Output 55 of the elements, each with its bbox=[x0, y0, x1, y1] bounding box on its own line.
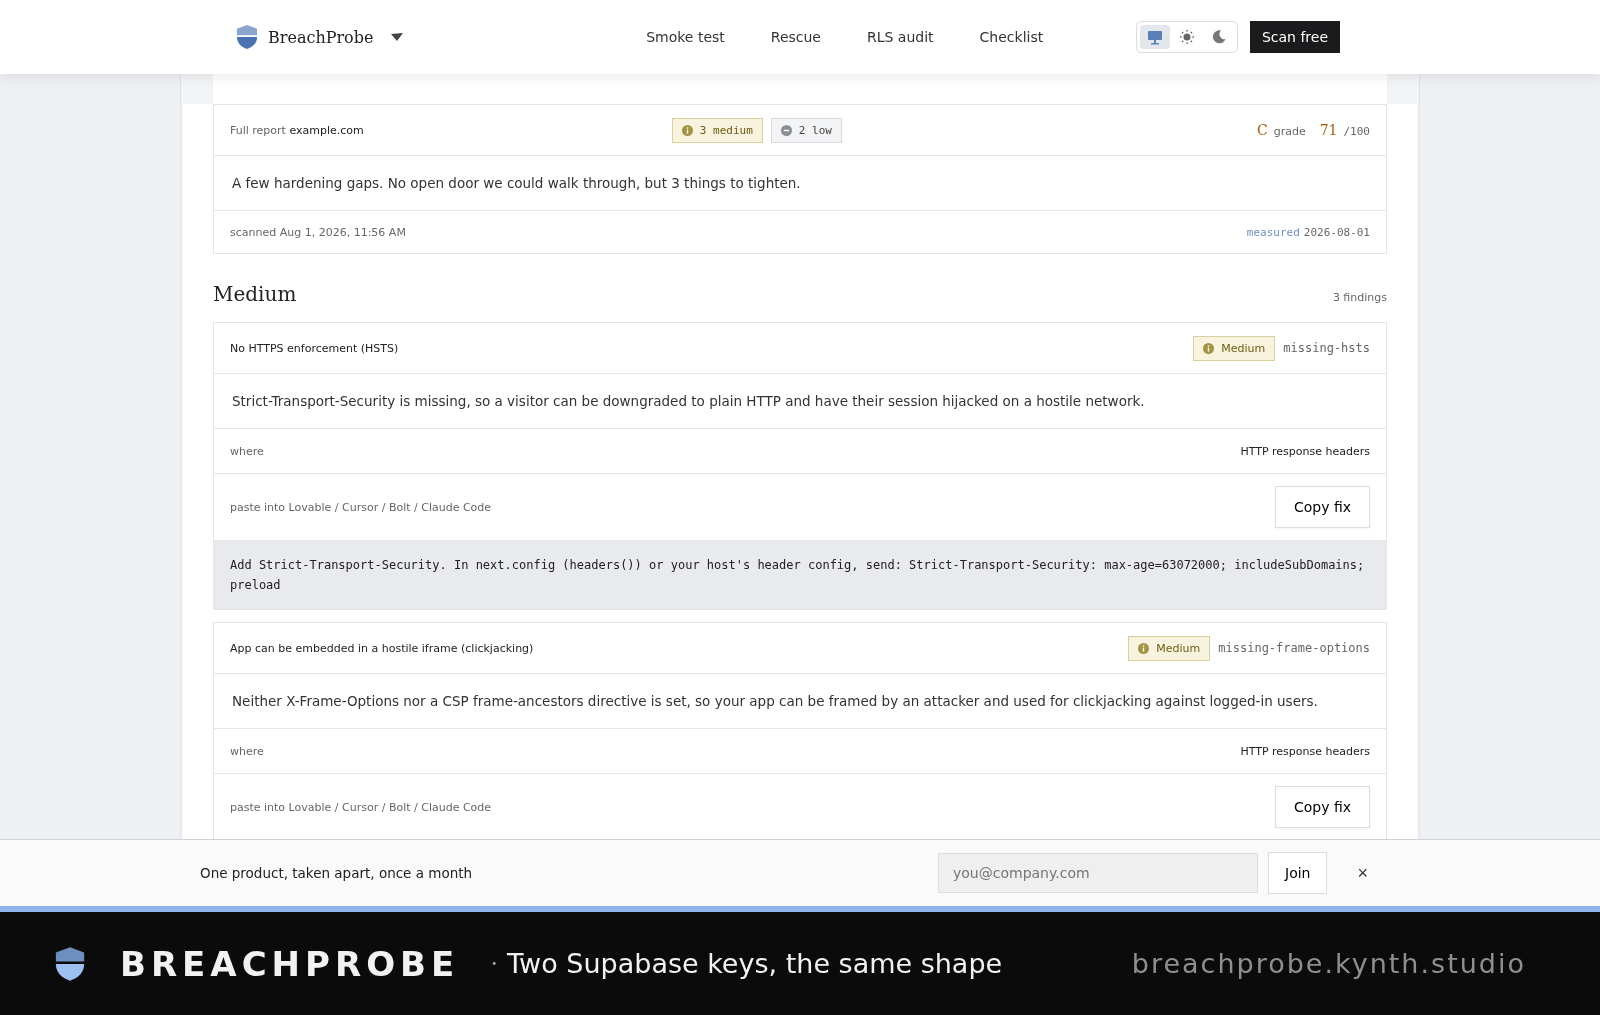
shield-logo-icon bbox=[54, 945, 86, 982]
where-label: where bbox=[230, 444, 264, 458]
banner-brand: BREACHPROBE bbox=[120, 943, 460, 984]
theme-button[interactable] bbox=[1139, 25, 1170, 49]
finding-code: missing-frame-options bbox=[1218, 641, 1370, 655]
where-value: HTTP response headers bbox=[1240, 744, 1370, 758]
bullet: • bbox=[491, 958, 498, 969]
paste-hint: paste into Lovable / Cursor / Bolt / Claude Code bbox=[230, 500, 492, 514]
info-icon bbox=[1203, 342, 1215, 354]
close-button[interactable]: × bbox=[1357, 862, 1368, 884]
count-badge: 3 medium bbox=[671, 117, 763, 143]
severity-badge: Medium bbox=[1193, 335, 1276, 361]
finding-title: No HTTPS enforcement (HSTS) bbox=[230, 341, 399, 355]
nav-link[interactable]: Rescue bbox=[770, 29, 821, 45]
scan-free-button[interactable]: Scan free bbox=[1249, 21, 1340, 53]
info-icon bbox=[1138, 642, 1150, 654]
paste-hint: paste into Lovable / Cursor / Bolt / Claude Code bbox=[230, 800, 492, 814]
score: 71 bbox=[1319, 122, 1338, 138]
moon-icon bbox=[1210, 29, 1227, 45]
banner-url: breachprobe.kynth.studio bbox=[1131, 948, 1526, 979]
report-label: Full report example.com bbox=[230, 123, 364, 137]
measured-label: measured bbox=[1246, 225, 1300, 239]
nav-link[interactable]: Checklist bbox=[979, 29, 1044, 45]
nav-link[interactable]: RLS audit bbox=[867, 29, 934, 45]
fix-code: Add Strict-Transport-Security. In next.config (headers()) or your host's header config, send: Strict-Transport-Security: max-age=63072000; includeSubDomains; preload bbox=[214, 541, 1386, 609]
finding-code: missing-hsts bbox=[1283, 341, 1370, 355]
where-label: where bbox=[230, 744, 264, 758]
caret-icon[interactable] bbox=[391, 33, 404, 41]
brand-name[interactable]: BreachProbe bbox=[268, 27, 374, 47]
copy-fix-button[interactable]: Copy fix bbox=[1274, 786, 1370, 828]
score-max: /100 bbox=[1343, 125, 1370, 138]
severity-badge: Medium bbox=[1128, 635, 1211, 661]
summary-text: A few hardening gaps. No open door we could walk through, but 3 things to tighten. bbox=[231, 175, 802, 191]
newsletter-text: One product, taken apart, once a month bbox=[200, 865, 474, 881]
shield-logo-icon bbox=[236, 24, 258, 50]
grade-letter: C bbox=[1256, 122, 1268, 138]
monitor-icon bbox=[1146, 29, 1163, 45]
grade-label: grade bbox=[1273, 125, 1306, 138]
copy-fix-button[interactable]: Copy fix bbox=[1274, 486, 1370, 528]
section-title: Medium bbox=[213, 282, 297, 306]
finding-title: App can be embedded in a hostile iframe (clickjacking) bbox=[230, 641, 534, 655]
finding-description: Strict-Transport-Security is missing, so a visitor can be downgraded to plain HTTP and have their session hijacked on a hostile network. bbox=[231, 393, 1146, 409]
sun-icon bbox=[1178, 29, 1195, 45]
findings-count: 3 findings bbox=[1332, 291, 1387, 304]
minus-icon bbox=[780, 124, 792, 136]
info-icon bbox=[681, 124, 693, 136]
finding-description: Neither X-Frame-Options nor a CSP frame-ancestors directive is set, so your app can be framed by an attacker and used for clickjacking against logged-in users. bbox=[231, 693, 1319, 709]
join-button[interactable]: Join bbox=[1268, 852, 1328, 894]
nav-link[interactable]: Smoke test bbox=[646, 29, 725, 45]
email-field[interactable]: you@company.com bbox=[938, 853, 1258, 893]
banner-tagline: Two Supabase keys, the same shape bbox=[507, 948, 1004, 979]
where-value: HTTP response headers bbox=[1240, 444, 1370, 458]
count-badge: 2 low bbox=[770, 117, 842, 143]
scan-time: scanned Aug 1, 2026, 11:56 AM bbox=[230, 225, 406, 239]
measured-date: 2026-08-01 bbox=[1303, 225, 1370, 239]
